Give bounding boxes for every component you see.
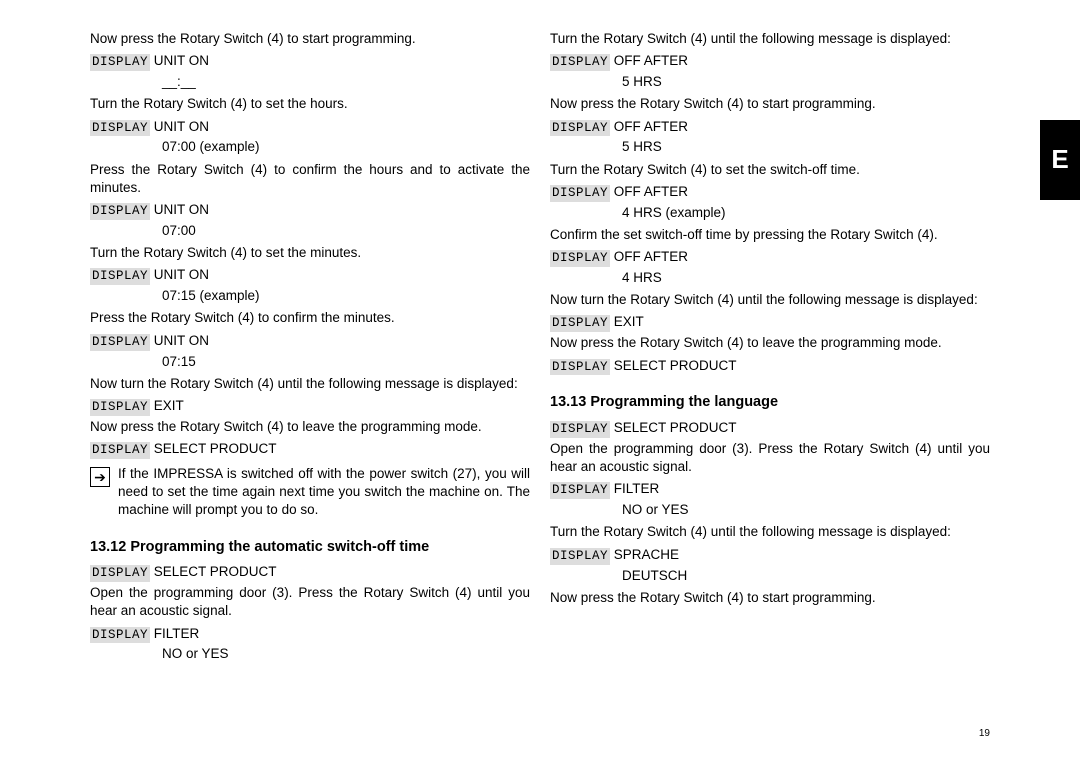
- display-line: DISPLAY FILTER: [550, 480, 990, 499]
- section-heading: 13.12 Programming the automatic switch-o…: [90, 538, 530, 558]
- display-label: DISPLAY: [90, 627, 150, 644]
- display-label: DISPLAY: [550, 548, 610, 565]
- display-label: DISPLAY: [550, 120, 610, 137]
- display-subline: 5 HRS: [622, 138, 990, 156]
- display-line: DISPLAY EXIT: [90, 397, 530, 416]
- display-value: UNIT ON: [154, 333, 209, 348]
- display-label: DISPLAY: [550, 250, 610, 267]
- body-text: Now press the Rotary Switch (4) to start…: [550, 589, 990, 607]
- display-subline: __:__: [162, 73, 530, 91]
- display-value: UNIT ON: [154, 202, 209, 217]
- arrow-right-icon: ➔: [90, 467, 110, 487]
- body-text: Now press the Rotary Switch (4) to start…: [550, 95, 990, 113]
- display-value: EXIT: [154, 398, 184, 413]
- display-line: DISPLAY UNIT ON: [90, 52, 530, 71]
- body-text: Turn the Rotary Switch (4) to set the sw…: [550, 161, 990, 179]
- display-label: DISPLAY: [90, 399, 150, 416]
- display-value: OFF AFTER: [614, 249, 688, 264]
- display-label: DISPLAY: [90, 268, 150, 285]
- display-value: SELECT PRODUCT: [614, 358, 737, 373]
- display-label: DISPLAY: [90, 442, 150, 459]
- display-value: FILTER: [614, 481, 660, 496]
- note-block: ➔ If the IMPRESSA is switched off with t…: [90, 465, 530, 520]
- body-text: Now turn the Rotary Switch (4) until the…: [90, 375, 530, 393]
- note-text: If the IMPRESSA is switched off with the…: [118, 465, 530, 520]
- display-value: SPRACHE: [614, 547, 679, 562]
- display-label: DISPLAY: [90, 334, 150, 351]
- display-line: DISPLAY FILTER: [90, 625, 530, 644]
- display-subline: 07:15: [162, 353, 530, 371]
- display-label: DISPLAY: [550, 421, 610, 438]
- display-label: DISPLAY: [90, 120, 150, 137]
- display-line: DISPLAY UNIT ON: [90, 266, 530, 285]
- display-line: DISPLAY EXIT: [550, 313, 990, 332]
- display-value: FILTER: [154, 626, 200, 641]
- display-label: DISPLAY: [550, 482, 610, 499]
- body-text: Turn the Rotary Switch (4) until the fol…: [550, 30, 990, 48]
- display-value: SELECT PRODUCT: [154, 564, 277, 579]
- display-value: EXIT: [614, 314, 644, 329]
- display-line: DISPLAY OFF AFTER: [550, 52, 990, 71]
- body-text: Turn the Rotary Switch (4) to set the ho…: [90, 95, 530, 113]
- body-text: Now turn the Rotary Switch (4) until the…: [550, 291, 990, 309]
- body-text: Turn the Rotary Switch (4) until the fol…: [550, 523, 990, 541]
- display-value: OFF AFTER: [614, 184, 688, 199]
- display-subline: 5 HRS: [622, 73, 990, 91]
- page-number: 19: [979, 727, 990, 741]
- display-value: UNIT ON: [154, 119, 209, 134]
- body-text: Now press the Rotary Switch (4) to leave…: [550, 334, 990, 352]
- body-text: Turn the Rotary Switch (4) to set the mi…: [90, 244, 530, 262]
- display-line: DISPLAY SELECT PRODUCT: [550, 419, 990, 438]
- section-heading: 13.13 Programming the language: [550, 393, 990, 413]
- display-line: DISPLAY OFF AFTER: [550, 248, 990, 267]
- display-line: DISPLAY SELECT PRODUCT: [90, 563, 530, 582]
- body-text: Open the programming door (3). Press the…: [90, 584, 530, 620]
- display-line: DISPLAY OFF AFTER: [550, 183, 990, 202]
- display-line: DISPLAY SELECT PRODUCT: [550, 357, 990, 376]
- display-subline: NO or YES: [162, 645, 530, 663]
- body-text: Now press the Rotary Switch (4) to leave…: [90, 418, 530, 436]
- body-text: Press the Rotary Switch (4) to confirm t…: [90, 309, 530, 327]
- display-line: DISPLAY OFF AFTER: [550, 118, 990, 137]
- display-label: DISPLAY: [90, 565, 150, 582]
- display-line: DISPLAY SELECT PRODUCT: [90, 440, 530, 459]
- display-label: DISPLAY: [90, 203, 150, 220]
- display-subline: 4 HRS (example): [622, 204, 990, 222]
- display-value: SELECT PRODUCT: [614, 420, 737, 435]
- left-column: Now press the Rotary Switch (4) to start…: [90, 30, 530, 668]
- display-value: SELECT PRODUCT: [154, 441, 277, 456]
- body-text: Confirm the set switch-off time by press…: [550, 226, 990, 244]
- display-subline: NO or YES: [622, 501, 990, 519]
- page-content: Now press the Rotary Switch (4) to start…: [0, 0, 1080, 688]
- display-line: DISPLAY UNIT ON: [90, 201, 530, 220]
- body-text: Press the Rotary Switch (4) to confirm t…: [90, 161, 530, 197]
- display-value: UNIT ON: [154, 53, 209, 68]
- display-line: DISPLAY UNIT ON: [90, 118, 530, 137]
- display-label: DISPLAY: [550, 185, 610, 202]
- display-label: DISPLAY: [550, 315, 610, 332]
- display-subline: 07:00 (example): [162, 138, 530, 156]
- display-value: OFF AFTER: [614, 119, 688, 134]
- display-label: DISPLAY: [90, 54, 150, 71]
- display-subline: 07:00: [162, 222, 530, 240]
- display-line: DISPLAY SPRACHE: [550, 546, 990, 565]
- body-text: Now press the Rotary Switch (4) to start…: [90, 30, 530, 48]
- section-tab: E: [1040, 120, 1080, 200]
- display-line: DISPLAY UNIT ON: [90, 332, 530, 351]
- display-label: DISPLAY: [550, 54, 610, 71]
- display-label: DISPLAY: [550, 359, 610, 376]
- display-subline: 4 HRS: [622, 269, 990, 287]
- right-column: Turn the Rotary Switch (4) until the fol…: [550, 30, 990, 668]
- display-subline: DEUTSCH: [622, 567, 990, 585]
- display-subline: 07:15 (example): [162, 287, 530, 305]
- body-text: Open the programming door (3). Press the…: [550, 440, 990, 476]
- display-value: UNIT ON: [154, 267, 209, 282]
- display-value: OFF AFTER: [614, 53, 688, 68]
